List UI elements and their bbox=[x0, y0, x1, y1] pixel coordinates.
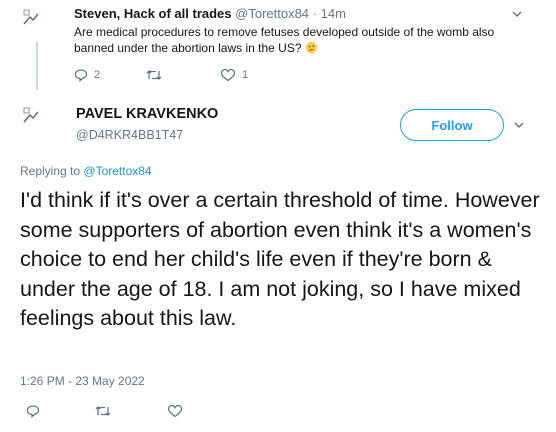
chevron-down-icon[interactable] bbox=[512, 118, 526, 132]
replying-to-handle-link[interactable]: @Torettox84 bbox=[83, 164, 151, 178]
replying-to-line: Replying to @Torettox84 bbox=[20, 164, 152, 178]
heart-icon bbox=[167, 404, 183, 418]
retweet-icon bbox=[95, 406, 111, 416]
main-author-handle[interactable]: @D4RKR4BB1T47 bbox=[76, 128, 183, 142]
reply-icon bbox=[26, 405, 40, 418]
parent-like-count: 1 bbox=[242, 69, 249, 81]
parent-tweet-time[interactable]: 14m bbox=[321, 6, 346, 21]
chevron-down-icon[interactable] bbox=[510, 7, 524, 21]
parent-retweet-action[interactable] bbox=[146, 68, 168, 82]
main-retweet-action[interactable] bbox=[95, 404, 111, 418]
replying-to-prefix: Replying to bbox=[20, 164, 81, 178]
parent-reply-action[interactable]: 2 bbox=[74, 68, 100, 82]
header-separator: · bbox=[312, 6, 318, 21]
thinking-face-icon bbox=[305, 41, 317, 54]
main-like-action[interactable] bbox=[167, 404, 183, 418]
broken-avatar-image-icon[interactable] bbox=[22, 106, 40, 124]
parent-tweet-text: Are medical procedures to remove fetuses… bbox=[74, 25, 495, 55]
parent-tweet-text-block: Are medical procedures to remove fetuses… bbox=[74, 24, 534, 56]
main-author-handle-text: @D4RKR4BB1T47 bbox=[76, 128, 184, 142]
parent-reply-count: 2 bbox=[94, 69, 101, 81]
main-tweet-text: I'd think if it's over a certain thresho… bbox=[20, 188, 540, 330]
parent-author-handle[interactable]: @Torettox84 bbox=[235, 6, 309, 21]
follow-button[interactable]: Follow bbox=[400, 109, 504, 141]
parent-tweet-header: Steven, Hack of all trades @Torettox84 ·… bbox=[74, 6, 346, 21]
heart-icon bbox=[220, 68, 236, 82]
retweet-icon bbox=[146, 70, 162, 80]
broken-avatar-image-icon[interactable] bbox=[22, 8, 40, 26]
main-reply-action[interactable] bbox=[26, 404, 40, 418]
main-author-name[interactable]: PAVEL KRAVKENKO bbox=[76, 106, 218, 122]
reply-icon bbox=[74, 69, 88, 82]
parent-author-name[interactable]: Steven, Hack of all trades bbox=[74, 6, 232, 21]
thread-connector-line bbox=[36, 42, 38, 90]
parent-like-action[interactable]: 1 bbox=[220, 68, 248, 82]
tweet-timestamp[interactable]: 1:26 PM - 23 May 2022 bbox=[20, 374, 145, 388]
